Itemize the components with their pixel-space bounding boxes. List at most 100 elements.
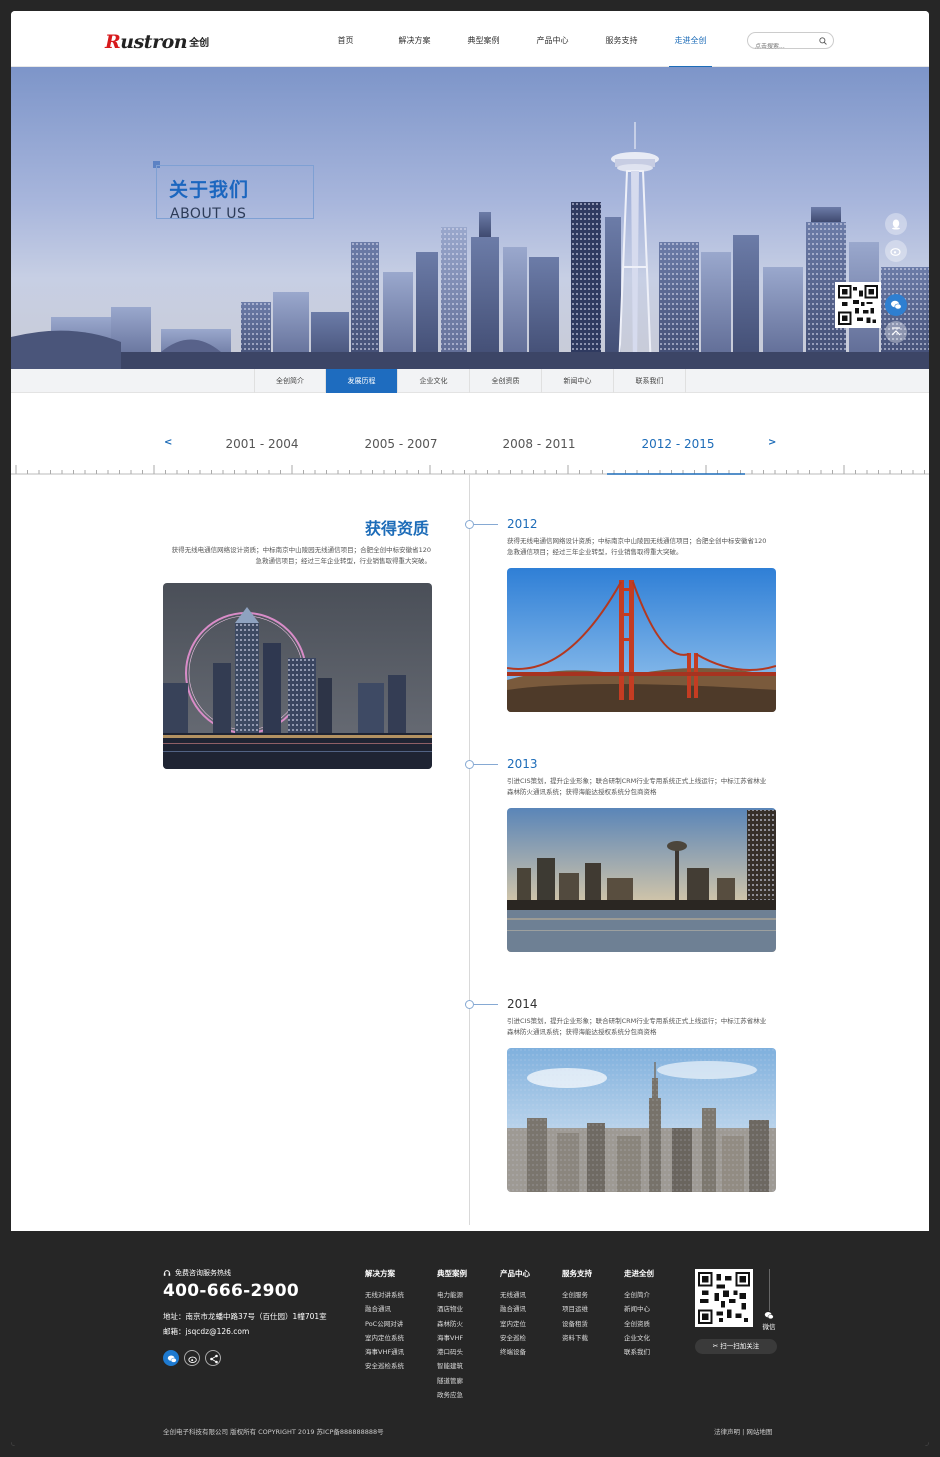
event-description-line: 急救通信项目；经过三年企业转型，行业销售取得重大突破。 — [507, 548, 683, 556]
footer-link[interactable]: 政务应急 — [437, 1388, 467, 1402]
footer-link[interactable]: 酒店物业 — [437, 1302, 467, 1316]
period-2012-2015[interactable]: 2012 - 2015 — [618, 437, 738, 451]
footer-link[interactable]: 新闻中心 — [624, 1302, 654, 1316]
wechat-icon[interactable] — [885, 294, 907, 316]
footer-link[interactable]: 安全巡检 — [500, 1331, 530, 1345]
section-description: 获得无线电通信网络设计资质；中标南京中山陵园无线通信项目；合肥全创中标安徽省12… — [163, 545, 431, 567]
next-arrow[interactable]: > — [768, 437, 776, 448]
subnav-intro[interactable]: 全创简介 — [254, 369, 326, 393]
nav-cases[interactable]: 典型案例 — [449, 11, 518, 67]
footer-link[interactable]: 全创服务 — [562, 1288, 592, 1302]
hotline-label: 免费咨询服务热线 — [163, 1268, 231, 1278]
event-year-2012: 2012 — [507, 517, 538, 531]
footer-link[interactable]: 无线对讲系统 — [365, 1288, 404, 1302]
site-footer: 免费咨询服务热线 400-666-2900 地址：南京市龙蟠中路37号（百仕园）… — [11, 1231, 929, 1446]
section-description-line: 急救通信项目；经过三年企业转型，行业销售取得重大突破。 — [255, 557, 432, 565]
period-2001-2004[interactable]: 2001 - 2004 — [202, 437, 322, 451]
footer-col-title: 走进全创 — [624, 1269, 654, 1278]
logo[interactable]: Rustron 全创 — [105, 31, 210, 53]
footer-link[interactable]: 安全巡检系统 — [365, 1359, 404, 1373]
period-2008-2011[interactable]: 2008 - 2011 — [479, 437, 599, 451]
footer-link[interactable]: 智能建筑 — [437, 1359, 467, 1373]
footer-link[interactable]: 资料下载 — [562, 1331, 592, 1345]
golden-gate-bridge-photo — [507, 568, 776, 712]
company-email[interactable]: 邮箱：jsqcdz@126.com — [163, 1326, 249, 1337]
main-nav: 首页 解决方案 典型案例 产品中心 服务支持 走进全创 — [311, 11, 725, 68]
event-description-2013: 引进CIS策划，提升企业形象；联合研制CRM行业专用系统正式上线运行；中标江苏省… — [507, 776, 777, 798]
footer-col-support: 服务支持 全创服务 项目运维 设备租赁 资料下载 — [562, 1268, 592, 1345]
footer-col-title: 典型案例 — [437, 1269, 467, 1278]
nav-home[interactable]: 首页 — [311, 11, 380, 67]
footer-link[interactable]: 港口码头 — [437, 1345, 467, 1359]
scan-follow-button[interactable]: ✂ 扫一扫加关注 — [695, 1339, 777, 1354]
subnav-news[interactable]: 新闻中心 — [542, 369, 614, 393]
footer-col-title: 服务支持 — [562, 1269, 592, 1278]
qq-icon[interactable] — [885, 213, 907, 235]
timeline-connector — [474, 1004, 498, 1005]
event-description-line: 森林防火通讯系统；获得海能达授权系统分包商资格 — [507, 788, 657, 796]
event-description-line: 获得无线电通信网络设计资质；中标南京中山陵园无线通信项目；合肥全创中标安徽省12… — [507, 537, 767, 545]
period-2005-2007[interactable]: 2005 - 2007 — [341, 437, 461, 451]
footer-weibo-icon[interactable] — [184, 1350, 200, 1366]
footer-link[interactable]: 融合通讯 — [500, 1302, 530, 1316]
nav-about[interactable]: 走进全创 — [656, 11, 725, 68]
footer-link[interactable]: 海事VHF通讯 — [365, 1345, 404, 1359]
legal-links[interactable]: 法律声明 | 网站地图 — [714, 1426, 772, 1436]
logo-cn: 全创 — [189, 38, 210, 49]
footer-wechat-label-text: 微信 — [762, 1323, 776, 1331]
wechat-qr-code-popup — [835, 282, 881, 328]
weibo-icon[interactable] — [885, 240, 907, 262]
footer-link[interactable]: 联系我们 — [624, 1345, 654, 1359]
footer-wechat-icon[interactable] — [163, 1350, 179, 1366]
timeline-node — [465, 760, 474, 769]
subnav-history[interactable]: 发展历程 — [326, 369, 398, 393]
site-header: Rustron 全创 首页 解决方案 典型案例 产品中心 服务支持 走进全创 — [11, 11, 929, 68]
footer-link[interactable]: 隧道管廊 — [437, 1374, 467, 1388]
search-icon[interactable] — [819, 37, 827, 45]
hotline-number[interactable]: 400-666-2900 — [163, 1281, 299, 1301]
footer-link[interactable]: 全创资质 — [624, 1317, 654, 1331]
footer-wechat-small-icon — [764, 1312, 774, 1320]
timeline-connector — [474, 764, 498, 765]
footer-link[interactable]: 企业文化 — [624, 1331, 654, 1345]
nav-products[interactable]: 产品中心 — [518, 11, 587, 67]
footer-link[interactable]: 项目运维 — [562, 1302, 592, 1316]
timeline-node — [465, 520, 474, 529]
period-selector: < 2001 - 2004 2005 - 2007 2008 - 2011 20… — [11, 437, 929, 455]
subnav-contact[interactable]: 联系我们 — [614, 369, 686, 393]
nav-solutions[interactable]: 解决方案 — [380, 11, 449, 67]
timeline-axis — [469, 473, 470, 1225]
footer-link[interactable]: 无线通讯 — [500, 1288, 530, 1302]
scan-follow-label: 扫一扫加关注 — [720, 1342, 760, 1350]
search-input[interactable] — [755, 43, 815, 50]
prev-arrow[interactable]: < — [164, 437, 172, 448]
footer-link[interactable]: 室内定位 — [500, 1317, 530, 1331]
section-description-line: 获得无线电通信网络设计资质；中标南京中山陵园无线通信项目；合肥全创中标安徽省12… — [171, 546, 431, 554]
browser-page: Rustron 全创 首页 解决方案 典型案例 产品中心 服务支持 走进全创 点… — [11, 11, 929, 1446]
copyright-text: 全创电子科技有限公司 版权所有 COPYRIGHT 2019 苏ICP备8888… — [163, 1428, 384, 1436]
event-description-line: 引进CIS策划，提升企业形象；联合研制CRM行业专用系统正式上线运行；中标江苏省… — [507, 777, 767, 785]
footer-link[interactable]: 海事VHF — [437, 1331, 467, 1345]
event-description-2014: 引进CIS策划，提升企业形象；联合研制CRM行业专用系统正式上线运行；中标江苏省… — [507, 1016, 777, 1038]
footer-link[interactable]: 融合通讯 — [365, 1302, 404, 1316]
footer-link[interactable]: 设备租赁 — [562, 1317, 592, 1331]
subnav-qualifications[interactable]: 全创资质 — [470, 369, 542, 393]
nav-support[interactable]: 服务支持 — [587, 11, 656, 67]
footer-share-icon[interactable] — [205, 1350, 221, 1366]
logo-first-letter: R — [105, 31, 121, 53]
footer-link[interactable]: 室内定位系统 — [365, 1331, 404, 1345]
timeline-node — [465, 1000, 474, 1009]
footer-link[interactable]: 电力能源 — [437, 1288, 467, 1302]
banner-title-cn: 关于我们 — [169, 179, 250, 201]
footer-col-cases: 典型案例 电力能源 酒店物业 森林防火 海事VHF 港口码头 智能建筑 隧道管廊… — [437, 1268, 467, 1402]
footer-link[interactable]: 终端设备 — [500, 1345, 530, 1359]
footer-link[interactable]: 全创简介 — [624, 1288, 654, 1302]
subnav-culture[interactable]: 企业文化 — [398, 369, 470, 393]
footer-link[interactable]: 森林防火 — [437, 1317, 467, 1331]
section-title: 获得资质 — [364, 519, 429, 538]
timeline-ruler — [11, 465, 929, 475]
footer-link[interactable]: PoC公网对讲 — [365, 1317, 404, 1331]
timeline-connector — [474, 524, 498, 525]
back-to-top-icon[interactable] — [885, 321, 907, 343]
about-banner: 关于我们 ABOUT US — [11, 67, 929, 369]
